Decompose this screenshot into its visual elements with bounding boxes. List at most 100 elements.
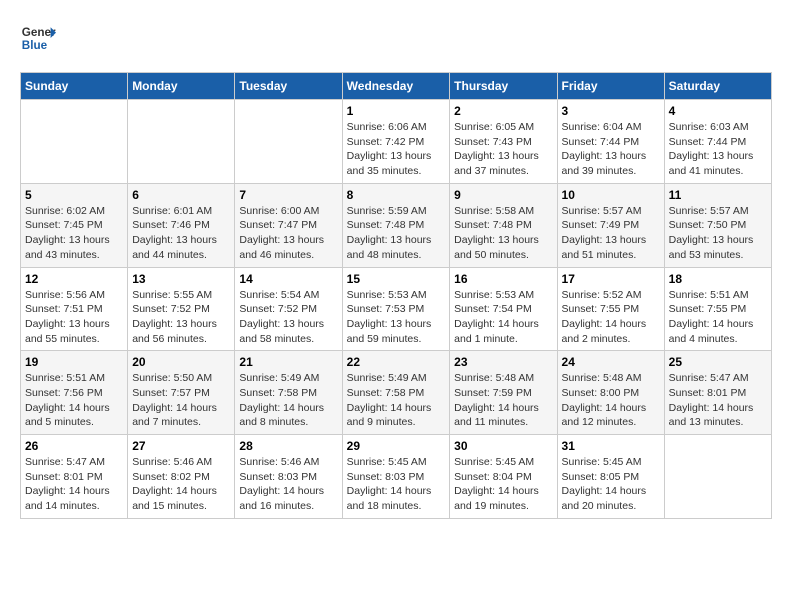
weekday-header-thursday: Thursday: [450, 73, 557, 100]
day-number: 23: [454, 355, 552, 369]
calendar-cell: 3 Sunrise: 6:04 AMSunset: 7:44 PMDaylight…: [557, 100, 664, 184]
day-number: 25: [669, 355, 767, 369]
calendar-cell: 1 Sunrise: 6:06 AMSunset: 7:42 PMDaylight…: [342, 100, 450, 184]
day-info: Sunrise: 5:57 AMSunset: 7:49 PMDaylight:…: [562, 204, 660, 263]
calendar-cell: 21 Sunrise: 5:49 AMSunset: 7:58 PMDayligh…: [235, 351, 342, 435]
day-info: Sunrise: 5:53 AMSunset: 7:54 PMDaylight:…: [454, 288, 552, 347]
calendar-cell: 8 Sunrise: 5:59 AMSunset: 7:48 PMDaylight…: [342, 183, 450, 267]
weekday-header-tuesday: Tuesday: [235, 73, 342, 100]
day-number: 24: [562, 355, 660, 369]
calendar-cell: 31 Sunrise: 5:45 AMSunset: 8:05 PMDayligh…: [557, 435, 664, 519]
day-info: Sunrise: 5:59 AMSunset: 7:48 PMDaylight:…: [347, 204, 446, 263]
day-info: Sunrise: 5:46 AMSunset: 8:03 PMDaylight:…: [239, 455, 337, 514]
day-info: Sunrise: 5:46 AMSunset: 8:02 PMDaylight:…: [132, 455, 230, 514]
calendar-cell: 19 Sunrise: 5:51 AMSunset: 7:56 PMDayligh…: [21, 351, 128, 435]
day-number: 13: [132, 272, 230, 286]
calendar-cell: 28Sunrise: 5:46 AMSunset: 8:03 PMDayligh…: [235, 435, 342, 519]
calendar-week-5: 26Sunrise: 5:47 AMSunset: 8:01 PMDayligh…: [21, 435, 772, 519]
weekday-header-sunday: Sunday: [21, 73, 128, 100]
day-number: 10: [562, 188, 660, 202]
calendar-cell: 17 Sunrise: 5:52 AMSunset: 7:55 PMDayligh…: [557, 267, 664, 351]
calendar-cell: 24 Sunrise: 5:48 AMSunset: 8:00 PMDayligh…: [557, 351, 664, 435]
day-number: 5: [25, 188, 123, 202]
day-info: Sunrise: 5:45 AMSunset: 8:05 PMDaylight:…: [562, 455, 660, 514]
day-number: 3: [562, 104, 660, 118]
calendar-cell: 30 Sunrise: 5:45 AMSunset: 8:04 PMDayligh…: [450, 435, 557, 519]
day-info: Sunrise: 5:47 AMSunset: 8:01 PMDaylight:…: [669, 371, 767, 430]
day-info: Sunrise: 5:48 AMSunset: 8:00 PMDaylight:…: [562, 371, 660, 430]
calendar-header: SundayMondayTuesdayWednesdayThursdayFrid…: [21, 73, 772, 100]
day-number: 21: [239, 355, 337, 369]
day-info: Sunrise: 6:03 AMSunset: 7:44 PMDaylight:…: [669, 120, 767, 179]
day-number: 1: [347, 104, 446, 118]
calendar-week-4: 19 Sunrise: 5:51 AMSunset: 7:56 PMDayligh…: [21, 351, 772, 435]
calendar-cell: 13 Sunrise: 5:55 AMSunset: 7:52 PMDayligh…: [128, 267, 235, 351]
day-info: Sunrise: 5:45 AMSunset: 8:03 PMDaylight:…: [347, 455, 446, 514]
calendar-cell: 9Sunrise: 5:58 AMSunset: 7:48 PMDaylight…: [450, 183, 557, 267]
day-number: 30: [454, 439, 552, 453]
calendar-cell: 11Sunrise: 5:57 AMSunset: 7:50 PMDayligh…: [664, 183, 771, 267]
day-info: Sunrise: 6:06 AMSunset: 7:42 PMDaylight:…: [347, 120, 446, 179]
day-info: Sunrise: 5:45 AMSunset: 8:04 PMDaylight:…: [454, 455, 552, 514]
calendar-cell: 26Sunrise: 5:47 AMSunset: 8:01 PMDayligh…: [21, 435, 128, 519]
day-number: 9: [454, 188, 552, 202]
logo: General Blue: [20, 20, 56, 56]
calendar-cell: 16Sunrise: 5:53 AMSunset: 7:54 PMDayligh…: [450, 267, 557, 351]
day-info: Sunrise: 6:05 AMSunset: 7:43 PMDaylight:…: [454, 120, 552, 179]
day-number: 19: [25, 355, 123, 369]
calendar-cell: 5Sunrise: 6:02 AMSunset: 7:45 PMDaylight…: [21, 183, 128, 267]
day-info: Sunrise: 5:51 AMSunset: 7:55 PMDaylight:…: [669, 288, 767, 347]
calendar-cell: 29 Sunrise: 5:45 AMSunset: 8:03 PMDayligh…: [342, 435, 450, 519]
day-number: 17: [562, 272, 660, 286]
page-header: General Blue: [20, 20, 772, 56]
day-info: Sunrise: 6:01 AMSunset: 7:46 PMDaylight:…: [132, 204, 230, 263]
calendar-cell: 10 Sunrise: 5:57 AMSunset: 7:49 PMDayligh…: [557, 183, 664, 267]
day-number: 14: [239, 272, 337, 286]
logo-icon: General Blue: [20, 20, 56, 56]
day-info: Sunrise: 5:54 AMSunset: 7:52 PMDaylight:…: [239, 288, 337, 347]
calendar-cell: 2 Sunrise: 6:05 AMSunset: 7:43 PMDaylight…: [450, 100, 557, 184]
calendar-week-1: 1 Sunrise: 6:06 AMSunset: 7:42 PMDaylight…: [21, 100, 772, 184]
day-number: 20: [132, 355, 230, 369]
calendar-cell: [128, 100, 235, 184]
day-info: Sunrise: 5:48 AMSunset: 7:59 PMDaylight:…: [454, 371, 552, 430]
day-number: 11: [669, 188, 767, 202]
day-info: Sunrise: 5:49 AMSunset: 7:58 PMDaylight:…: [347, 371, 446, 430]
calendar-cell: 7 Sunrise: 6:00 AMSunset: 7:47 PMDaylight…: [235, 183, 342, 267]
day-info: Sunrise: 6:04 AMSunset: 7:44 PMDaylight:…: [562, 120, 660, 179]
day-number: 12: [25, 272, 123, 286]
weekday-row: SundayMondayTuesdayWednesdayThursdayFrid…: [21, 73, 772, 100]
calendar-cell: 27 Sunrise: 5:46 AMSunset: 8:02 PMDayligh…: [128, 435, 235, 519]
calendar-cell: [664, 435, 771, 519]
day-number: 4: [669, 104, 767, 118]
day-number: 6: [132, 188, 230, 202]
weekday-header-friday: Friday: [557, 73, 664, 100]
svg-text:Blue: Blue: [22, 39, 48, 52]
weekday-header-saturday: Saturday: [664, 73, 771, 100]
calendar-cell: 18 Sunrise: 5:51 AMSunset: 7:55 PMDayligh…: [664, 267, 771, 351]
day-number: 18: [669, 272, 767, 286]
calendar-week-3: 12Sunrise: 5:56 AMSunset: 7:51 PMDayligh…: [21, 267, 772, 351]
day-number: 2: [454, 104, 552, 118]
day-info: Sunrise: 5:49 AMSunset: 7:58 PMDaylight:…: [239, 371, 337, 430]
calendar-body: 1 Sunrise: 6:06 AMSunset: 7:42 PMDaylight…: [21, 100, 772, 519]
weekday-header-wednesday: Wednesday: [342, 73, 450, 100]
calendar-cell: 14 Sunrise: 5:54 AMSunset: 7:52 PMDayligh…: [235, 267, 342, 351]
day-info: Sunrise: 5:50 AMSunset: 7:57 PMDaylight:…: [132, 371, 230, 430]
calendar-cell: 12Sunrise: 5:56 AMSunset: 7:51 PMDayligh…: [21, 267, 128, 351]
day-info: Sunrise: 5:55 AMSunset: 7:52 PMDaylight:…: [132, 288, 230, 347]
day-info: Sunrise: 6:00 AMSunset: 7:47 PMDaylight:…: [239, 204, 337, 263]
day-info: Sunrise: 5:51 AMSunset: 7:56 PMDaylight:…: [25, 371, 123, 430]
day-number: 7: [239, 188, 337, 202]
weekday-header-monday: Monday: [128, 73, 235, 100]
calendar-cell: 20 Sunrise: 5:50 AMSunset: 7:57 PMDayligh…: [128, 351, 235, 435]
day-number: 22: [347, 355, 446, 369]
calendar-cell: 23 Sunrise: 5:48 AMSunset: 7:59 PMDayligh…: [450, 351, 557, 435]
calendar-cell: 4 Sunrise: 6:03 AMSunset: 7:44 PMDaylight…: [664, 100, 771, 184]
day-number: 8: [347, 188, 446, 202]
day-info: Sunrise: 5:52 AMSunset: 7:55 PMDaylight:…: [562, 288, 660, 347]
day-number: 29: [347, 439, 446, 453]
day-number: 31: [562, 439, 660, 453]
calendar-cell: [21, 100, 128, 184]
day-number: 27: [132, 439, 230, 453]
